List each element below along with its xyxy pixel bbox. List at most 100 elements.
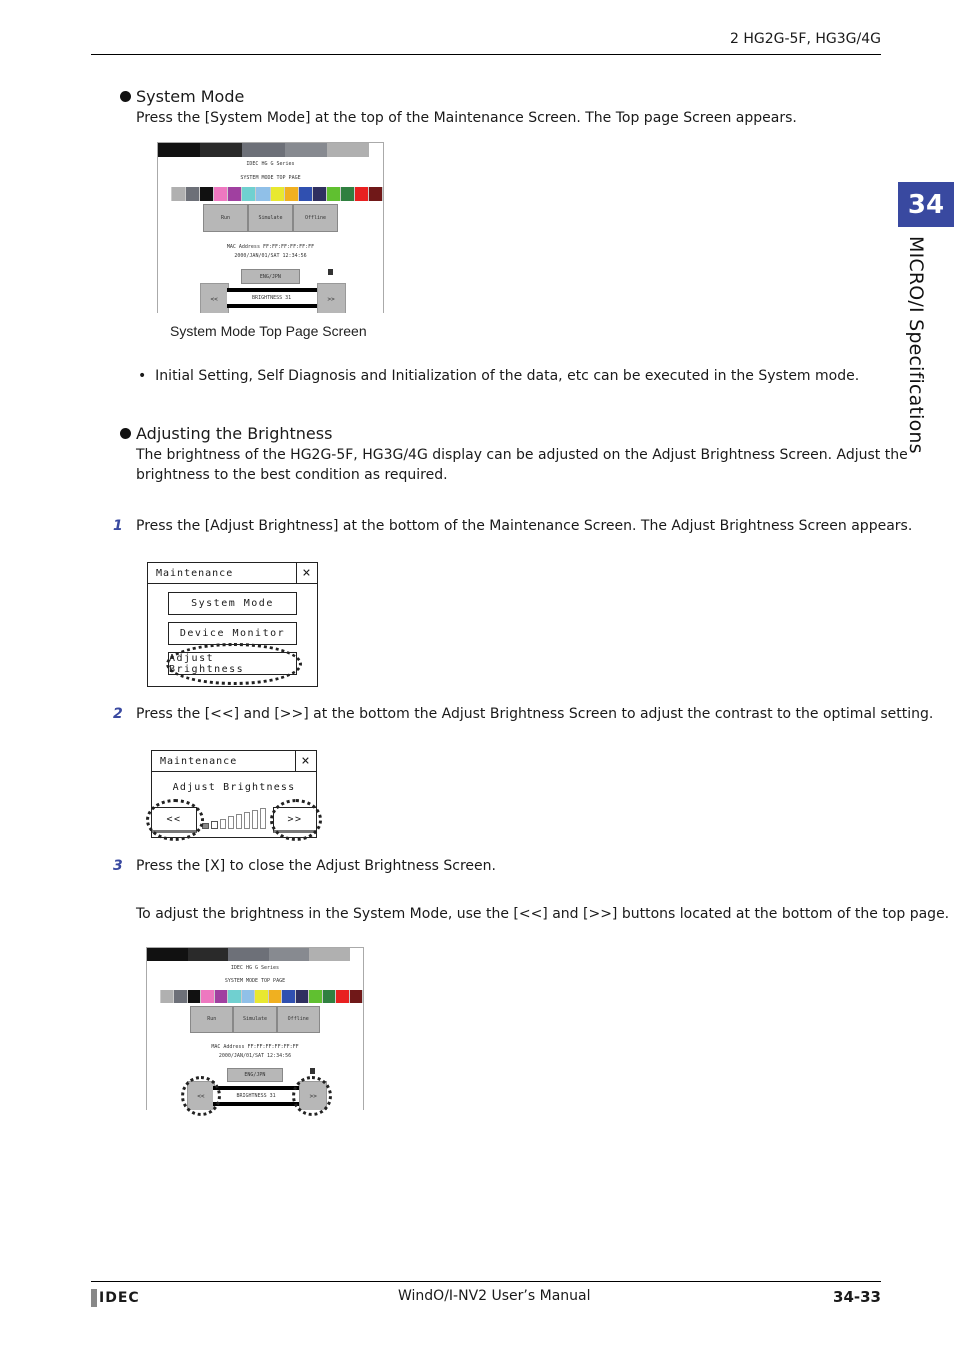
- color-swatch: [158, 187, 173, 201]
- color-swatch: [349, 989, 363, 1004]
- system-mode-button[interactable]: System Mode: [168, 592, 297, 615]
- color-swatch: [255, 989, 269, 1004]
- gray-swatch: [187, 948, 201, 962]
- eng-jpn-button[interactable]: ENG/JPN: [226, 1068, 283, 1083]
- dialog-title: Maintenance: [160, 755, 238, 767]
- system-mode-intro: Press the [System Mode] at the top of th…: [136, 110, 797, 126]
- brightness-prev-button[interactable]: <<: [199, 283, 229, 313]
- gray-swatch: [172, 143, 187, 157]
- brightness-next-button[interactable]: >>: [316, 283, 346, 313]
- header-rule: [91, 54, 881, 55]
- color-swatch: [282, 989, 296, 1004]
- color-swatch: [200, 187, 215, 201]
- run-button[interactable]: Run: [203, 204, 248, 232]
- bullet-icon: •: [138, 368, 147, 384]
- color-swatch: [295, 989, 309, 1004]
- system-mode-top-page-highlighted-screenshot: IDEC HG G Series SYSTEM MODE TOP PAGE Run S…: [146, 947, 364, 1110]
- color-swatch: [298, 187, 313, 201]
- hmi-series-label: IDEC HG G Series: [230, 965, 280, 972]
- gray-swatch: [295, 948, 309, 962]
- gray-swatch: [354, 143, 369, 157]
- adjust-brightness-button[interactable]: Adjust Brightness: [168, 652, 297, 675]
- color-swatch: [228, 187, 243, 201]
- color-swatch: [241, 989, 255, 1004]
- mac-address: MAC Address FF:FF:FF:FF:FF:FF: [211, 1044, 299, 1051]
- gray-swatch: [282, 948, 296, 962]
- color-swatch: [368, 187, 383, 201]
- gray-swatch: [242, 143, 257, 157]
- gray-swatch: [214, 948, 228, 962]
- bullet-icon: [120, 91, 131, 102]
- maintenance-dialog: Maintenance × System Mode Device Monitor…: [147, 562, 318, 687]
- gray-swatch: [160, 948, 174, 962]
- brightness-level-indicator: [202, 807, 266, 829]
- gray-swatch: [326, 143, 341, 157]
- color-swatch: [270, 187, 285, 201]
- mac-address: MAC Address FF:FF:FF:FF:FF:FF: [226, 244, 315, 250]
- color-swatch: [322, 989, 336, 1004]
- color-swatch: [228, 989, 242, 1004]
- run-button[interactable]: Run: [190, 1006, 234, 1033]
- device-monitor-button[interactable]: Device Monitor: [168, 622, 297, 645]
- section-header: 2 HG2G-5F, HG3G/4G: [729, 31, 881, 47]
- brightness-next-button[interactable]: >>: [299, 1081, 328, 1110]
- gray-swatch: [284, 143, 299, 157]
- gray-swatch: [368, 143, 383, 157]
- color-swatch: [326, 187, 341, 201]
- gray-swatch: [322, 948, 336, 962]
- bullet-icon: [120, 428, 131, 439]
- color-swatch: [336, 989, 350, 1004]
- system-mode-brightness-note: To adjust the brightness in the System M…: [136, 906, 950, 922]
- color-swatch: [242, 187, 257, 201]
- offline-button[interactable]: Offline: [293, 204, 338, 232]
- brightness-level-bar: [244, 812, 250, 829]
- footer-rule: [91, 1281, 881, 1282]
- mode-button-row: Run Simulate Offline: [203, 204, 338, 232]
- gray-swatch: [298, 143, 313, 157]
- chapter-title: MICRO/I Specifications: [905, 236, 927, 454]
- gray-swatch: [255, 948, 269, 962]
- step-3: 3 Press the [X] to close the Adjust Brig…: [113, 858, 496, 874]
- eng-jpn-button[interactable]: ENG/JPN: [241, 269, 300, 284]
- hmi-page-title: SYSTEM MODE TOP PAGE: [240, 175, 301, 181]
- close-icon[interactable]: ×: [295, 751, 316, 771]
- simulate-button[interactable]: Simulate: [233, 1006, 277, 1033]
- system-mode-bullet: • Initial Setting, Self Diagnosis and In…: [138, 368, 860, 384]
- brightness-intro: The brightness of the HG2G-5F, HG3G/4G d…: [136, 447, 908, 483]
- brightness-level-bar: [220, 818, 226, 829]
- gray-swatch: [340, 143, 355, 157]
- color-swatch: [312, 187, 327, 201]
- brightness-up-button[interactable]: >>: [273, 807, 316, 833]
- brightness-readout: BRIGHTNESS 31: [212, 1086, 300, 1106]
- brightness-prev-button[interactable]: <<: [186, 1081, 215, 1110]
- brightness-level-bar: [252, 809, 258, 829]
- color-swatch: [340, 187, 355, 201]
- color-swatch: [174, 989, 188, 1004]
- gray-swatch: [200, 143, 215, 157]
- close-icon[interactable]: ×: [296, 563, 317, 583]
- brightness-level-bar: [211, 820, 218, 829]
- date-time: 2000/JAN/01/SAT 12:34:56: [234, 253, 307, 259]
- brightness-level-bar: [260, 807, 266, 829]
- system-mode-top-page-screenshot: IDEC HG G Series SYSTEM MODE TOP PAGE Run S…: [157, 142, 384, 313]
- color-swatch: [214, 187, 229, 201]
- gray-swatch: [186, 143, 201, 157]
- color-swatch: [160, 989, 174, 1004]
- gray-swatch: [201, 948, 215, 962]
- simulate-button[interactable]: Simulate: [248, 204, 293, 232]
- offline-button[interactable]: Offline: [276, 1006, 320, 1033]
- gray-swatch: [228, 143, 243, 157]
- color-swatch: [147, 989, 161, 1004]
- color-swatch: [284, 187, 299, 201]
- brightness-readout: BRIGHTNESS 31: [226, 288, 317, 308]
- gray-swatch: [268, 948, 282, 962]
- color-swatch: [268, 989, 282, 1004]
- color-swatch: [256, 187, 271, 201]
- gray-swatch: [174, 948, 188, 962]
- gray-swatch: [336, 948, 350, 962]
- color-swatch-strip: [147, 989, 363, 1004]
- brightness-down-button[interactable]: <<: [152, 807, 197, 833]
- adjust-brightness-dialog: Maintenance × Adjust Brightness << >>: [146, 750, 322, 841]
- brightness-level-bar: [228, 816, 234, 829]
- color-swatch: [172, 187, 187, 201]
